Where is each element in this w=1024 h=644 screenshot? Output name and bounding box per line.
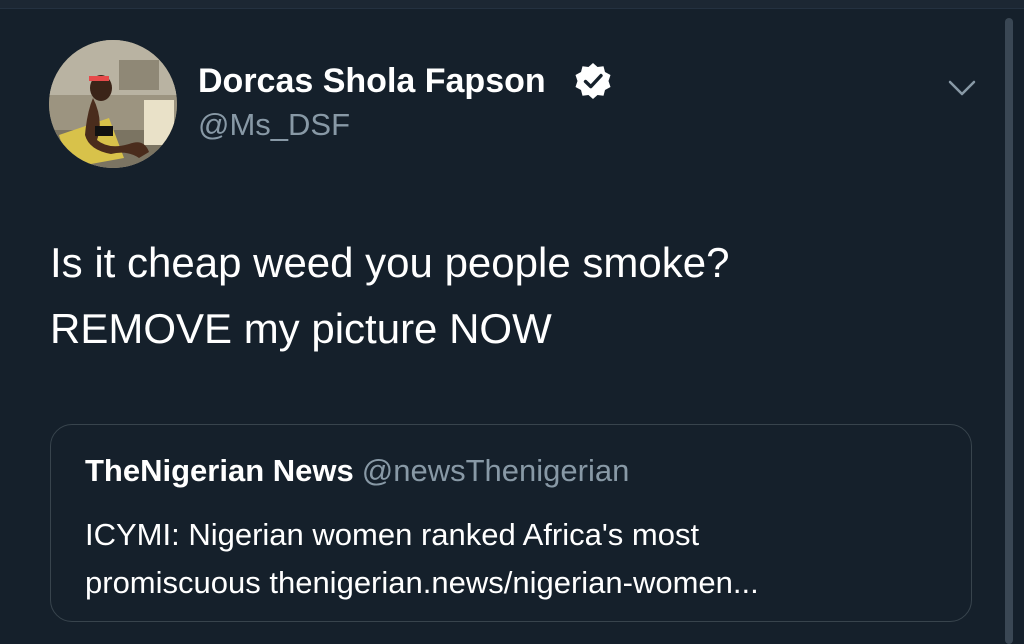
quoted-tweet-card[interactable]: TheNigerian News @newsThenigerian ICYMI: … [50, 424, 972, 622]
quoted-tweet-header: TheNigerian News @newsThenigerian [85, 453, 629, 489]
quoted-tweet-name: TheNigerian News [85, 453, 354, 488]
display-name[interactable]: Dorcas Shola Fapson [198, 61, 546, 101]
scrollbar[interactable] [1005, 18, 1013, 644]
verified-badge-icon [575, 63, 611, 99]
avatar[interactable] [49, 40, 177, 168]
quoted-tweet-handle: @newsThenigerian [361, 453, 630, 488]
top-divider [0, 0, 1024, 9]
quoted-tweet-text-line: promiscuous thenigerian.news/nigerian-wo… [85, 565, 759, 600]
tweet-text-line: REMOVE my picture NOW [50, 305, 552, 352]
tweet-text-line: Is it cheap weed you people smoke? [50, 239, 730, 286]
quoted-tweet-text-line: ICYMI: Nigerian women ranked Africa's mo… [85, 517, 700, 552]
quoted-tweet-text: ICYMI: Nigerian women ranked Africa's mo… [85, 511, 945, 607]
chevron-down-icon[interactable] [944, 74, 980, 102]
user-handle[interactable]: @Ms_DSF [198, 107, 350, 143]
tweet-text: Is it cheap weed you people smoke? REMOV… [50, 230, 950, 362]
